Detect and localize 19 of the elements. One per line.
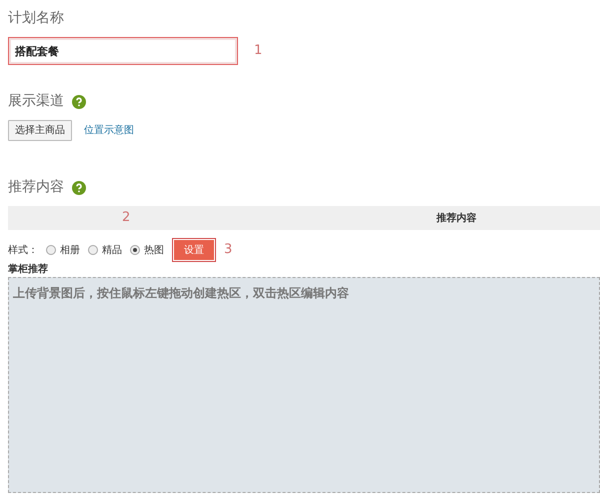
annotation-number: 3: [224, 241, 232, 260]
field-label: 计划名称: [8, 9, 65, 28]
annotation-number: 1: [254, 42, 262, 60]
annotation-number: 2: [122, 209, 130, 228]
style-label: 样式：: [8, 244, 38, 258]
hint-text: 上传背景图后，按住鼠标左键拖动创建热区，双击热区编辑内容: [13, 285, 350, 302]
input-field[interactable]: 搭配套餐: [8, 37, 238, 65]
help-icon[interactable]: [72, 94, 86, 108]
hotspot-canvas[interactable]: 上传背景图后，按住鼠标左键拖动创建热区，双击热区编辑内容: [8, 277, 600, 493]
field-label: 展示渠道: [8, 92, 64, 111]
radio-option[interactable]: 热图: [130, 242, 164, 258]
radio-option[interactable]: 精品: [88, 242, 122, 258]
section-title: 掌柜推荐: [8, 262, 49, 277]
position-diagram-link[interactable]: 位置示意图: [84, 123, 134, 138]
select-product-button[interactable]: 选择主商品: [8, 120, 72, 141]
radio-option[interactable]: 相册: [46, 242, 80, 258]
column-header: 推荐内容: [436, 211, 476, 226]
field-label: 推荐内容: [8, 178, 64, 197]
help-icon[interactable]: [72, 180, 86, 194]
